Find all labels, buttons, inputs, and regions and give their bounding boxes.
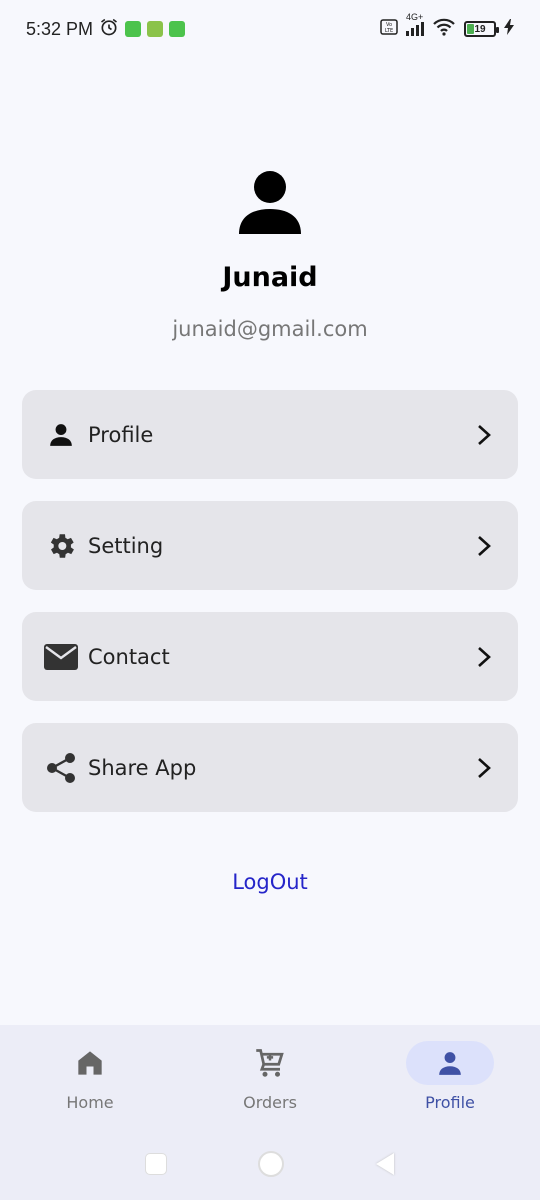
home-button[interactable]: [258, 1150, 284, 1177]
bottom-navigation: Home Orders Profile: [0, 1025, 540, 1127]
menu-label: Share App: [88, 755, 197, 780]
wifi-icon: [432, 18, 456, 41]
menu-label: Profile: [88, 422, 154, 447]
home-icon: [46, 1041, 134, 1085]
chevron-right-icon: [472, 534, 496, 558]
volte-icon: Vo LTE: [380, 18, 398, 40]
network-type: 4G+: [406, 12, 424, 22]
back-button[interactable]: [376, 1152, 394, 1175]
system-navigation-bar: [0, 1127, 540, 1200]
profile-avatar: [0, 168, 540, 238]
status-left: 5:32 PM: [26, 17, 186, 42]
person-icon: [44, 418, 78, 452]
alarm-icon: [99, 17, 119, 42]
app-notification-icon: [169, 21, 186, 37]
nav-label: Home: [66, 1093, 114, 1112]
cell-signal-icon: 4G+: [406, 12, 424, 36]
charging-icon: [504, 18, 514, 40]
menu-item-setting[interactable]: Setting: [22, 501, 518, 590]
user-name: Junaid: [222, 262, 318, 293]
nav-item-home[interactable]: Home: [0, 1025, 180, 1127]
share-icon: [44, 751, 78, 785]
status-right: Vo LTE 4G+ 19: [380, 12, 514, 41]
mail-icon: [44, 640, 78, 674]
chevron-right-icon: [472, 645, 496, 669]
svg-text:LTE: LTE: [385, 28, 393, 34]
status-time: 5:32 PM: [26, 18, 94, 39]
nav-item-orders[interactable]: Orders: [180, 1025, 360, 1127]
chevron-right-icon: [472, 756, 496, 780]
nav-item-profile[interactable]: Profile: [360, 1025, 540, 1127]
user-email: junaid@gmail.com: [172, 317, 368, 341]
status-bar: 5:32 PM Vo LTE 4G+ 19: [0, 0, 540, 58]
person-icon: [406, 1041, 494, 1085]
recents-button[interactable]: [146, 1153, 166, 1174]
menu-item-profile[interactable]: Profile: [22, 390, 518, 479]
chevron-right-icon: [472, 423, 496, 447]
app-notification-icon: [125, 21, 142, 37]
logout-button[interactable]: LogOut: [0, 870, 540, 894]
gear-icon: [44, 529, 78, 563]
nav-label: Profile: [425, 1093, 475, 1112]
battery-icon: 19: [464, 21, 499, 37]
cart-icon: [226, 1041, 314, 1085]
menu-label: Setting: [88, 533, 164, 558]
nav-label: Orders: [243, 1093, 297, 1112]
menu-item-share-app[interactable]: Share App: [22, 723, 518, 812]
app-notification-icon: [147, 21, 164, 37]
battery-level: 19: [474, 23, 486, 35]
menu-item-contact[interactable]: Contact: [22, 612, 518, 701]
profile-menu: Profile Setting Contact Share App: [22, 390, 518, 834]
person-icon: [237, 168, 303, 238]
menu-label: Contact: [88, 644, 170, 669]
